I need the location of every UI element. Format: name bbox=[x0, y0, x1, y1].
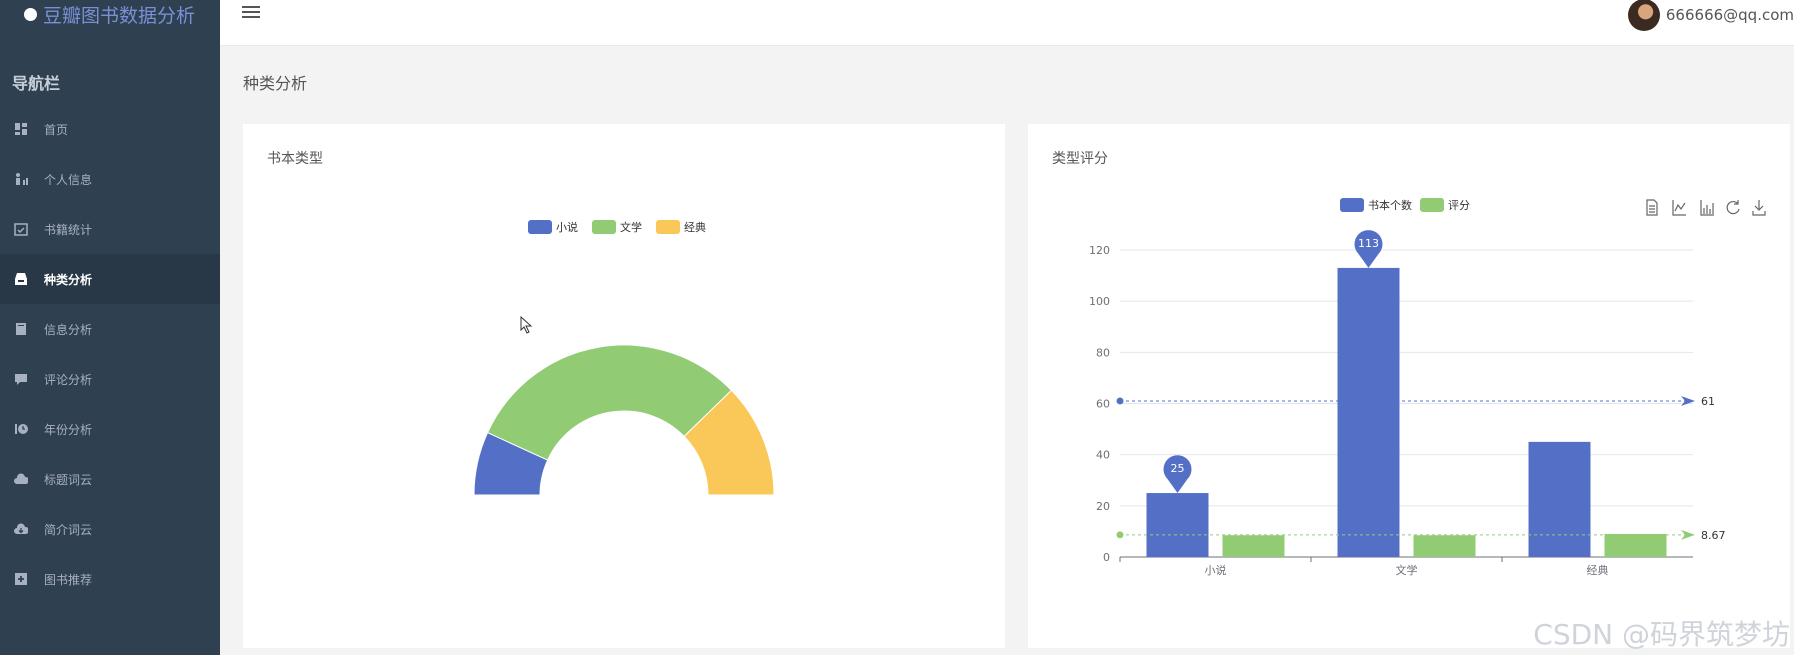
history-icon bbox=[14, 422, 28, 436]
user-email[interactable]: 666666@qq.com bbox=[1666, 6, 1794, 24]
legend-swatch-0 bbox=[1340, 198, 1364, 212]
legend-swatch-2 bbox=[656, 220, 680, 234]
sidebar-item-3[interactable]: 种类分析 bbox=[0, 254, 220, 304]
bar-评分-经典 bbox=[1604, 533, 1667, 557]
plus-square-icon bbox=[14, 572, 28, 586]
book-icon bbox=[14, 322, 28, 336]
legend-swatch-1 bbox=[592, 220, 616, 234]
sidebar-item-5[interactable]: 评论分析 bbox=[0, 354, 220, 404]
avatar[interactable] bbox=[1627, 0, 1660, 31]
inbox-icon bbox=[14, 272, 28, 286]
sidebar-item-1[interactable]: 个人信息 bbox=[0, 154, 220, 204]
sidebar-item-7[interactable]: 标题词云 bbox=[0, 454, 220, 504]
nav-list: 首页个人信息书籍统计种类分析信息分析评论分析年份分析标题词云简介词云图书推荐 bbox=[0, 104, 220, 604]
restore-icon[interactable] bbox=[1726, 200, 1740, 215]
user-menu[interactable]: 666666@qq.com bbox=[1627, 0, 1794, 31]
legend-swatch-0 bbox=[528, 220, 552, 234]
menu-toggle-icon[interactable] bbox=[242, 6, 260, 20]
watermark: CSDN @码界筑梦坊 bbox=[1533, 618, 1790, 651]
bar-书本个数-文学 bbox=[1337, 267, 1400, 557]
sidebar-item-6[interactable]: 年份分析 bbox=[0, 404, 220, 454]
app-title: 豆瓣图书数据分析 bbox=[43, 4, 196, 27]
markline-arrow-1 bbox=[1681, 529, 1695, 540]
bar-chart-icon[interactable] bbox=[1700, 200, 1714, 216]
y-tick-label: 40 bbox=[1096, 449, 1110, 462]
sidebar-item-label: 标题词云 bbox=[44, 472, 93, 487]
topbar: 666666@qq.com bbox=[220, 0, 1794, 46]
sidebar-item-label: 书籍统计 bbox=[44, 222, 93, 237]
y-tick-label: 80 bbox=[1096, 346, 1110, 359]
y-tick-label: 120 bbox=[1089, 244, 1110, 257]
bar-书本个数-小说 bbox=[1146, 493, 1209, 557]
markline-arrow-0 bbox=[1681, 395, 1695, 406]
x-tick-label: 文学 bbox=[1396, 563, 1418, 577]
sidebar-item-label: 信息分析 bbox=[44, 322, 93, 337]
line-chart-icon[interactable] bbox=[1672, 200, 1686, 216]
cloud-download-icon bbox=[14, 522, 28, 536]
legend-label-1: 文学 bbox=[620, 220, 642, 234]
sidebar-item-label: 个人信息 bbox=[44, 172, 93, 187]
data-view-icon[interactable] bbox=[1646, 199, 1658, 216]
y-tick-label: 20 bbox=[1096, 500, 1110, 513]
sidebar-item-label: 评论分析 bbox=[44, 372, 93, 387]
download-icon[interactable] bbox=[1752, 200, 1766, 216]
sidebar-item-4[interactable]: 信息分析 bbox=[0, 304, 220, 354]
sidebar-item-0[interactable]: 首页 bbox=[0, 104, 220, 154]
user-icon bbox=[14, 172, 28, 186]
markpoint-label: 25 bbox=[1171, 462, 1185, 475]
page-title: 种类分析 bbox=[243, 74, 308, 93]
sidebar: 豆瓣图书数据分析 导航栏 首页个人信息书籍统计种类分析信息分析评论分析年份分析标… bbox=[0, 0, 220, 655]
sidebar-item-8[interactable]: 简介词云 bbox=[0, 504, 220, 554]
sidebar-item-label: 年份分析 bbox=[44, 422, 93, 437]
type-score-card: 类型评分 书本个数 评分 0 20 40 60 80 100 120 小说 文学 经典 25 113 61 8… bbox=[1028, 124, 1790, 648]
markline-label-0: 61 bbox=[1701, 395, 1715, 408]
logo-icon bbox=[24, 7, 37, 21]
bar-评分-文学 bbox=[1413, 535, 1476, 557]
mouse-cursor-icon bbox=[520, 316, 533, 334]
book-type-pie-chart: 小说 文学 经典 bbox=[473, 220, 775, 496]
sidebar-item-9[interactable]: 图书推荐 bbox=[0, 554, 220, 604]
dashboard-icon bbox=[14, 122, 28, 136]
markpoint-pin-113: 113 bbox=[1354, 230, 1383, 268]
y-tick-label: 60 bbox=[1096, 398, 1110, 411]
markline-label-1: 8.67 bbox=[1701, 529, 1726, 542]
y-tick-label: 0 bbox=[1103, 551, 1110, 564]
app-brand[interactable]: 豆瓣图书数据分析 bbox=[0, 0, 220, 28]
markpoint-label: 113 bbox=[1358, 237, 1379, 250]
type-score-bar-chart: 书本个数 评分 0 20 40 60 80 100 120 小说 文学 经典 25 113 61 8.67 bbox=[1089, 198, 1766, 577]
sidebar-item-label: 种类分析 bbox=[44, 272, 93, 287]
legend-label-1: 评分 bbox=[1448, 199, 1470, 212]
book-type-card: 书本类型 小说 文学 经典 bbox=[243, 124, 1005, 648]
calendar-icon bbox=[14, 222, 28, 236]
sidebar-item-label: 简介词云 bbox=[44, 522, 93, 537]
legend-label-0: 书本个数 bbox=[1368, 198, 1412, 212]
legend-label-2: 经典 bbox=[684, 220, 706, 234]
legend-swatch-1 bbox=[1420, 198, 1444, 212]
nav-title: 导航栏 bbox=[12, 74, 61, 93]
y-tick-label: 100 bbox=[1089, 295, 1110, 308]
x-tick-label: 经典 bbox=[1587, 563, 1609, 577]
sidebar-item-label: 图书推荐 bbox=[44, 572, 93, 587]
sidebar-item-2[interactable]: 书籍统计 bbox=[0, 204, 220, 254]
bar-评分-小说 bbox=[1222, 535, 1285, 557]
bar-书本个数-经典 bbox=[1528, 441, 1591, 557]
comment-icon bbox=[14, 372, 28, 386]
markpoint-pin-25: 25 bbox=[1163, 455, 1192, 494]
cloud-icon bbox=[14, 472, 28, 486]
legend-label-0: 小说 bbox=[556, 220, 578, 234]
x-tick-label: 小说 bbox=[1205, 563, 1227, 577]
sidebar-item-label: 首页 bbox=[44, 122, 69, 137]
